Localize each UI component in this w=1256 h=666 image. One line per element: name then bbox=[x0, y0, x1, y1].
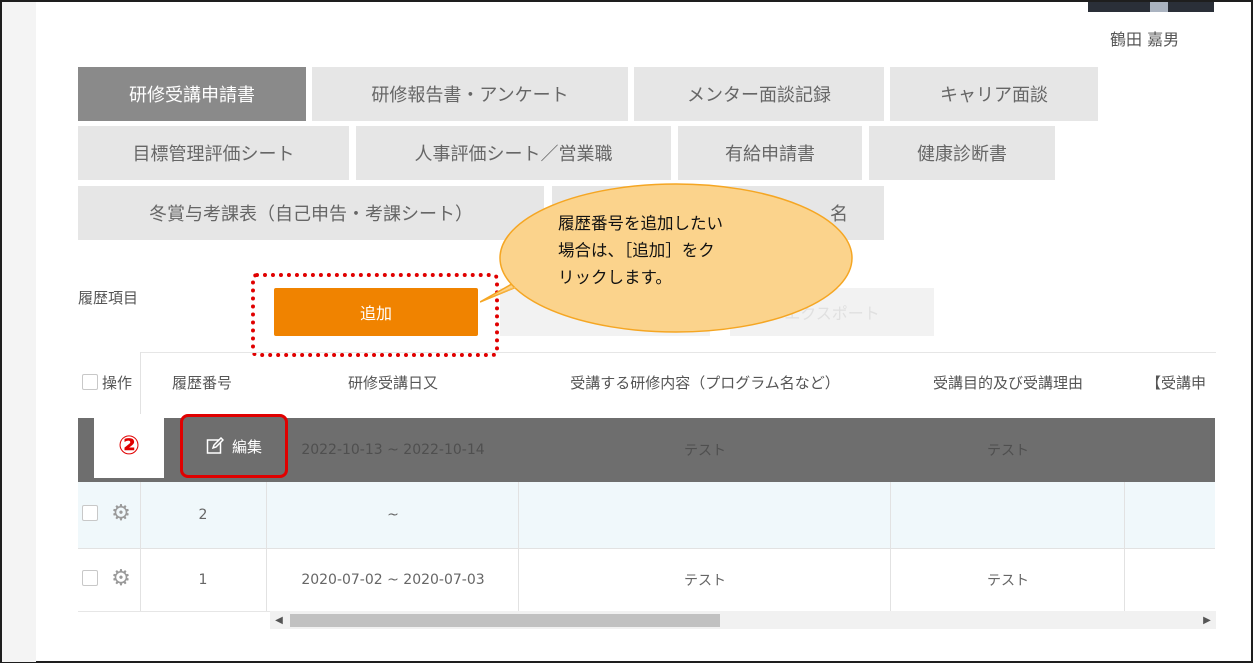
row1-purpose: テスト bbox=[987, 443, 1029, 459]
row2-settings-gear-icon[interactable]: ⚙ bbox=[110, 501, 132, 526]
step-marker: ② bbox=[94, 414, 164, 478]
col-training-date: 研修受講日又 bbox=[347, 373, 438, 392]
row3-settings-gear-icon[interactable]: ⚙ bbox=[110, 566, 132, 591]
edit-icon bbox=[206, 437, 224, 454]
row2-dates: ~ bbox=[387, 507, 399, 523]
add-button-highlight bbox=[251, 273, 499, 357]
edit-button[interactable]: 編集 bbox=[180, 414, 288, 478]
callout-line-2: 場合は、［追加］をク bbox=[558, 241, 715, 260]
grid-line bbox=[140, 352, 141, 418]
callout-line-1: 履歴番号を追加したい bbox=[558, 214, 723, 233]
history-items-label: 履歴項目 bbox=[78, 289, 139, 307]
row3-number: 1 bbox=[198, 571, 208, 588]
callout-line-3: リックします。 bbox=[558, 268, 672, 287]
tab-training-report[interactable]: 研修報告書・アンケート bbox=[312, 67, 628, 121]
left-margin bbox=[2, 2, 36, 662]
scroll-right-arrow-icon[interactable]: ▶ bbox=[1198, 611, 1216, 629]
tab-career-interview[interactable]: キャリア面談 bbox=[890, 67, 1098, 121]
row1-dates: 2022-10-13 ~ 2022-10-14 bbox=[301, 442, 485, 458]
tab-mentor-interview[interactable]: メンター面談記録 bbox=[634, 67, 884, 121]
scrollbar-thumb[interactable] bbox=[290, 614, 720, 627]
user-name: 鶴田 嘉男 bbox=[1110, 30, 1180, 49]
scroll-left-arrow-icon[interactable]: ◀ bbox=[270, 611, 288, 629]
row2-number: 2 bbox=[198, 507, 208, 523]
select-all-checkbox[interactable] bbox=[82, 374, 98, 390]
row3-content: テスト bbox=[684, 572, 726, 589]
tab-health-check[interactable]: 健康診断書 bbox=[869, 126, 1055, 180]
grid-line bbox=[140, 482, 141, 611]
tab-training-application[interactable]: 研修受講申請書 bbox=[78, 67, 306, 121]
grid-line bbox=[78, 548, 1215, 549]
tab-winter-bonus[interactable]: 冬賞与考課表（自己申告・考課シート） bbox=[78, 186, 544, 240]
row2-checkbox[interactable] bbox=[82, 505, 98, 521]
callout-text: 履歴番号を追加したい 場合は、［追加］をク リックします。 bbox=[558, 210, 818, 291]
avatar-detail bbox=[1150, 2, 1168, 12]
col-purpose: 受講目的及び受講理由 bbox=[932, 373, 1083, 392]
row3-checkbox[interactable] bbox=[82, 570, 98, 586]
tab-paid-leave[interactable]: 有給申請書 bbox=[678, 126, 862, 180]
grid-line bbox=[518, 482, 519, 611]
row3-purpose: テスト bbox=[987, 572, 1029, 589]
row3-dates: 2020-07-02 ~ 2020-07-03 bbox=[301, 571, 485, 588]
edit-label: 編集 bbox=[231, 437, 262, 456]
grid-line bbox=[890, 482, 891, 611]
col-application-partial: 【受講申 bbox=[1146, 373, 1207, 392]
grid-line bbox=[266, 482, 267, 611]
col-operation: 操作 bbox=[102, 373, 133, 392]
col-history-number: 履歴番号 bbox=[171, 373, 232, 392]
row1-content: テスト bbox=[684, 443, 726, 459]
grid-line bbox=[1124, 482, 1125, 611]
tab-hr-evaluation-sales[interactable]: 人事評価シート／営業職 bbox=[356, 126, 671, 180]
tab-goal-evaluation[interactable]: 目標管理評価シート bbox=[78, 126, 349, 180]
col-training-content: 受講する研修内容（プログラム名など） bbox=[570, 373, 840, 392]
